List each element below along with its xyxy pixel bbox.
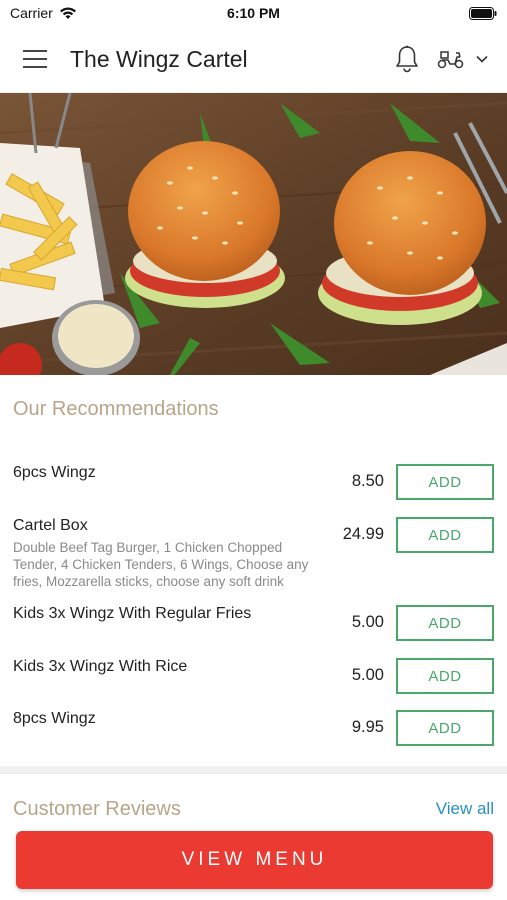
item-price: 5.00 bbox=[351, 666, 384, 684]
item-name: 6pcs Wingz bbox=[13, 464, 96, 481]
reviews-title: Customer Reviews bbox=[13, 798, 181, 820]
status-time: 6:10 PM bbox=[227, 5, 280, 21]
menu-button[interactable] bbox=[0, 26, 70, 93]
notifications-button[interactable] bbox=[387, 26, 427, 93]
delivery-mode-dropdown[interactable] bbox=[469, 26, 495, 93]
view-menu-button[interactable]: VIEW MENU bbox=[16, 831, 493, 889]
chevron-down-icon bbox=[476, 55, 488, 63]
item-price: 5.00 bbox=[351, 613, 384, 631]
item-name: Kids 3x Wingz With Rice bbox=[13, 658, 188, 675]
bell-icon bbox=[396, 45, 418, 73]
app-header: The Wingz Cartel bbox=[0, 26, 507, 93]
burgers-illustration bbox=[0, 93, 507, 375]
add-button[interactable]: ADD bbox=[396, 710, 494, 746]
view-all-reviews-link[interactable]: View all bbox=[436, 799, 494, 819]
section-divider bbox=[0, 766, 507, 774]
scooter-icon bbox=[437, 51, 464, 69]
recommendations-title: Our Recommendations bbox=[13, 398, 219, 420]
item-price: 8.50 bbox=[351, 472, 384, 490]
add-button[interactable]: ADD bbox=[396, 605, 494, 641]
item-name: 8pcs Wingz bbox=[13, 710, 96, 727]
add-button[interactable]: ADD bbox=[396, 658, 494, 694]
item-name: Cartel Box bbox=[13, 517, 88, 534]
menu-icon bbox=[23, 50, 47, 68]
app-title: The Wingz Cartel bbox=[70, 45, 248, 72]
delivery-mode-button[interactable] bbox=[433, 26, 469, 93]
item-price: 9.95 bbox=[351, 718, 384, 736]
item-price: 24.99 bbox=[342, 525, 384, 543]
hero-image bbox=[0, 93, 507, 375]
item-name: Kids 3x Wingz With Regular Fries bbox=[13, 605, 252, 622]
add-button[interactable]: ADD bbox=[396, 464, 494, 500]
item-description: Double Beef Tag Burger, 1 Chicken Choppe… bbox=[13, 540, 309, 589]
status-bar: Carrier 6:10 PM bbox=[0, 0, 507, 26]
add-button[interactable]: ADD bbox=[396, 517, 494, 553]
